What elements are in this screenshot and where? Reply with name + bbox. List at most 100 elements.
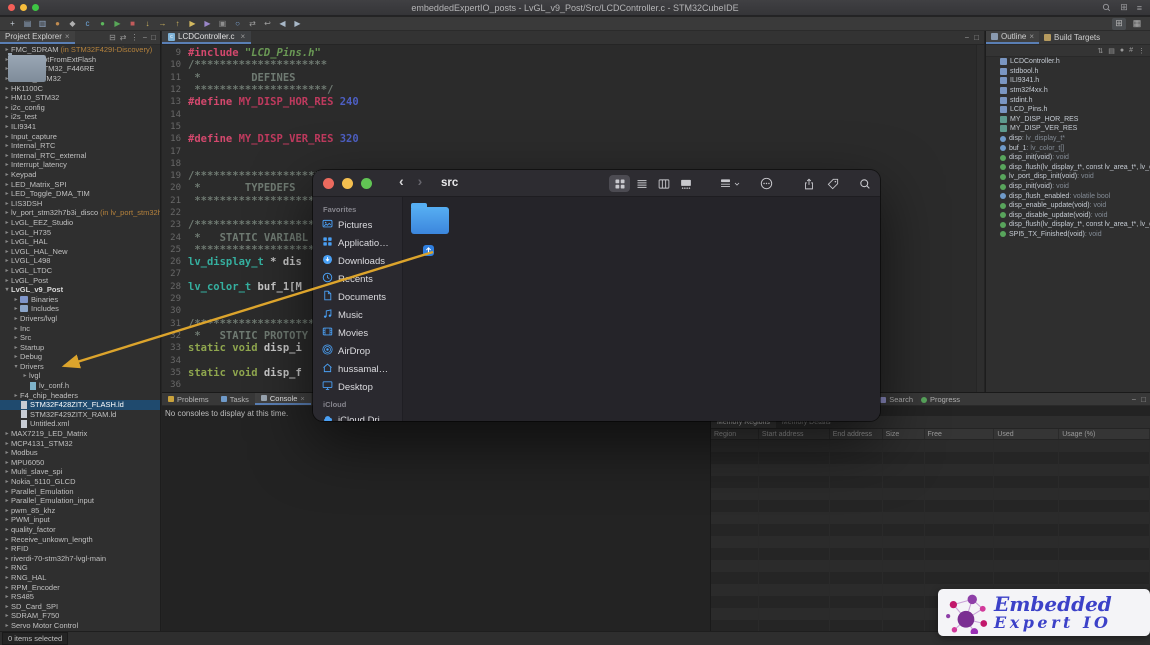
sidebar-item-airdrop[interactable]: AirDrop (313, 342, 402, 360)
outline-item-disp-flush-lv-display-t-const-lv-area-t-lv-col[interactable]: disp_flush(lv_display_t*, const lv_area_… (986, 163, 1150, 173)
close-icon[interactable]: × (65, 32, 70, 41)
chevron-right-icon[interactable]: ▸ (3, 603, 11, 610)
list-view-button[interactable] (631, 175, 652, 192)
back-icon[interactable]: ◀ (276, 18, 289, 30)
tree-item-parallel-emulation-input[interactable]: ▸ Parallel_Emulation_input (0, 53, 160, 506)
minimize-icon[interactable]: − (1131, 395, 1136, 404)
tab-tasks[interactable]: Tasks (215, 393, 255, 405)
gallery-view-button[interactable] (675, 175, 696, 192)
chevron-right-icon[interactable]: ▸ (3, 104, 11, 111)
tree-item-pwm-input[interactable]: ▸ PWM_input (0, 53, 160, 525)
chevron-right-icon[interactable]: ▸ (3, 113, 11, 120)
minimize-window-button[interactable] (342, 178, 353, 189)
code-line-18[interactable]: 18 (162, 158, 984, 170)
chevron-right-icon[interactable]: ▸ (21, 372, 29, 379)
outline-item-disp-init-void[interactable]: disp_init(void) : void (986, 182, 1150, 192)
search-icon[interactable] (1102, 3, 1111, 12)
memory-col-end-address[interactable]: End address (830, 429, 883, 439)
tree-item-untitled-xml[interactable]: Untitled.xml (0, 419, 160, 429)
tree-item-riverdi-70-stm32h7-lvgl-main[interactable]: ▸ riverdi-70-stm32h7-lvgl-main (0, 53, 160, 563)
tree-item-input-capture[interactable]: ▸ Input_capture (0, 53, 160, 141)
tree-item-hm10-stm32[interactable]: ▸ HM10_STM32 (0, 53, 160, 103)
memory-col-used[interactable]: Used (994, 429, 1060, 439)
zoom-window-button[interactable] (361, 178, 372, 189)
outline-item-disp[interactable]: disp : lv_display_t* (986, 134, 1150, 144)
tab-project-explorer[interactable]: Project Explorer × (0, 31, 75, 44)
code-line-15[interactable]: 15 (162, 121, 984, 133)
menu-icon[interactable]: ≡ (1137, 3, 1142, 13)
outline-item-disp-flush-enabled[interactable]: disp_flush_enabled : volatile bool (986, 191, 1150, 201)
outline-item-stdint-h[interactable]: stdint.h (986, 95, 1150, 105)
sidebar-item-music[interactable]: Music (313, 306, 402, 324)
chevron-right-icon[interactable]: ▸ (3, 536, 11, 543)
more-options-button[interactable] (760, 175, 773, 192)
tree-item-quality-factor[interactable]: ▸ quality_factor (0, 53, 160, 535)
build-all-icon[interactable]: ◆ (66, 18, 79, 30)
tree-item-nokia-5110-glcd[interactable]: ▸ Nokia_5110_GLCD (0, 53, 160, 487)
chevron-right-icon[interactable]: ▸ (3, 190, 11, 197)
tree-item-hk1100c[interactable]: ▸ HK1100C (0, 53, 160, 93)
view-menu-icon[interactable]: ⋮ (1138, 47, 1145, 55)
chevron-right-icon[interactable]: ▸ (3, 507, 11, 514)
last-edit-icon[interactable]: ↩ (261, 18, 274, 30)
finder-window[interactable]: ‹ › src Favorites Pictures Applicatio… Down… (313, 170, 880, 421)
share-button[interactable] (803, 175, 815, 192)
tree-item-f4-chip-headers[interactable]: ▸ F4_chip_headers (0, 53, 160, 400)
chevron-right-icon[interactable]: ▸ (12, 392, 20, 399)
zoom-window-button[interactable] (32, 4, 39, 11)
minimize-icon[interactable]: − (964, 33, 969, 42)
chevron-right-icon[interactable]: ▸ (3, 171, 11, 178)
chevron-right-icon[interactable]: ▸ (3, 238, 11, 245)
tree-item-led-toggle-dma-tim[interactable]: ▸ LED_Toggle_DMA_TIM (0, 53, 160, 199)
chevron-right-icon[interactable]: ▸ (3, 574, 11, 581)
chevron-right-icon[interactable]: ▸ (3, 449, 11, 456)
chevron-right-icon[interactable]: ▸ (3, 430, 11, 437)
annotations-icon[interactable]: ⇄ (246, 18, 259, 30)
chevron-right-icon[interactable]: ▸ (3, 516, 11, 523)
tab-lcdcontroller-c[interactable]: c LCDController.c × (162, 31, 252, 44)
chevron-right-icon[interactable]: ▸ (3, 488, 11, 495)
close-window-button[interactable] (323, 178, 334, 189)
overview-ruler[interactable] (976, 45, 984, 392)
grid-icon[interactable]: ⊞ (1120, 2, 1128, 13)
code-line-17[interactable]: 17 (162, 145, 984, 157)
save-all-icon[interactable]: ▥ (36, 18, 49, 30)
tree-item-rs485[interactable]: ▸ RS485 (0, 53, 160, 602)
tree-item-lv-port-stm32h7b3i-disco[interactable]: ▸ lv_port_stm32h7b3i_disco (in lv_port_st… (0, 53, 160, 218)
chevron-right-icon[interactable]: ▸ (3, 94, 11, 101)
tree-item-multi-slave-spi[interactable]: ▸ Multi_slave_spi (0, 53, 160, 477)
minimize-icon[interactable]: − (142, 33, 147, 42)
chevron-right-icon[interactable]: ▸ (3, 209, 11, 216)
outline-item-my-disp-ver-res[interactable]: MY_DISP_VER_RES (986, 124, 1150, 134)
maximize-icon[interactable]: □ (1141, 395, 1146, 404)
outline-item-stm32f4xx-h[interactable]: stm32f4xx.h (986, 86, 1150, 96)
coverage-icon[interactable]: ▣ (216, 18, 229, 30)
outline-item-lv-port-disp-init-void[interactable]: lv_port_disp_init(void) : void (986, 172, 1150, 182)
sidebar-item-recents[interactable]: Recents (313, 270, 402, 288)
save-icon[interactable]: ▤ (21, 18, 34, 30)
tab-progress[interactable]: Progress (921, 395, 960, 404)
chevron-right-icon[interactable]: ▸ (12, 344, 20, 351)
cpp-perspective-icon[interactable]: ▦ (1130, 18, 1144, 30)
chevron-right-icon[interactable]: ▸ (3, 152, 11, 159)
chevron-right-icon[interactable]: ▸ (12, 353, 20, 360)
stop-icon[interactable]: ■ (126, 18, 139, 30)
chevron-right-icon[interactable]: ▸ (3, 584, 11, 591)
chevron-right-icon[interactable]: ▸ (12, 305, 20, 312)
code-line-12[interactable]: 12 *********************/ (162, 84, 984, 96)
code-line-11[interactable]: 11 * DEFINES (162, 72, 984, 84)
chevron-right-icon[interactable]: ▸ (3, 219, 11, 226)
tree-item-rng[interactable]: ▸ RNG (0, 53, 160, 573)
tree-item-i2c-config[interactable]: ▸ i2c_config (0, 53, 160, 113)
tree-item-sdram-f750[interactable]: ▸ SDRAM_F750 (0, 53, 160, 621)
chevron-right-icon[interactable]: ▸ (3, 564, 11, 571)
chevron-right-icon[interactable]: ▸ (3, 181, 11, 188)
chevron-right-icon[interactable]: ▸ (3, 612, 11, 619)
outline-item-buf-1[interactable]: buf_1 : lv_color_t[] (986, 143, 1150, 153)
link-editor-icon[interactable]: ⇄ (120, 33, 127, 42)
close-icon[interactable]: × (300, 394, 304, 403)
sidebar-item-applicatio[interactable]: Applicatio… (313, 234, 402, 252)
tree-item-drivers-lvgl[interactable]: ▸ Drivers/lvgl (0, 53, 160, 324)
build-icon[interactable]: ● (51, 18, 64, 30)
tree-item-internal-rtc-external[interactable]: ▸ Internal_RTC_external (0, 53, 160, 161)
